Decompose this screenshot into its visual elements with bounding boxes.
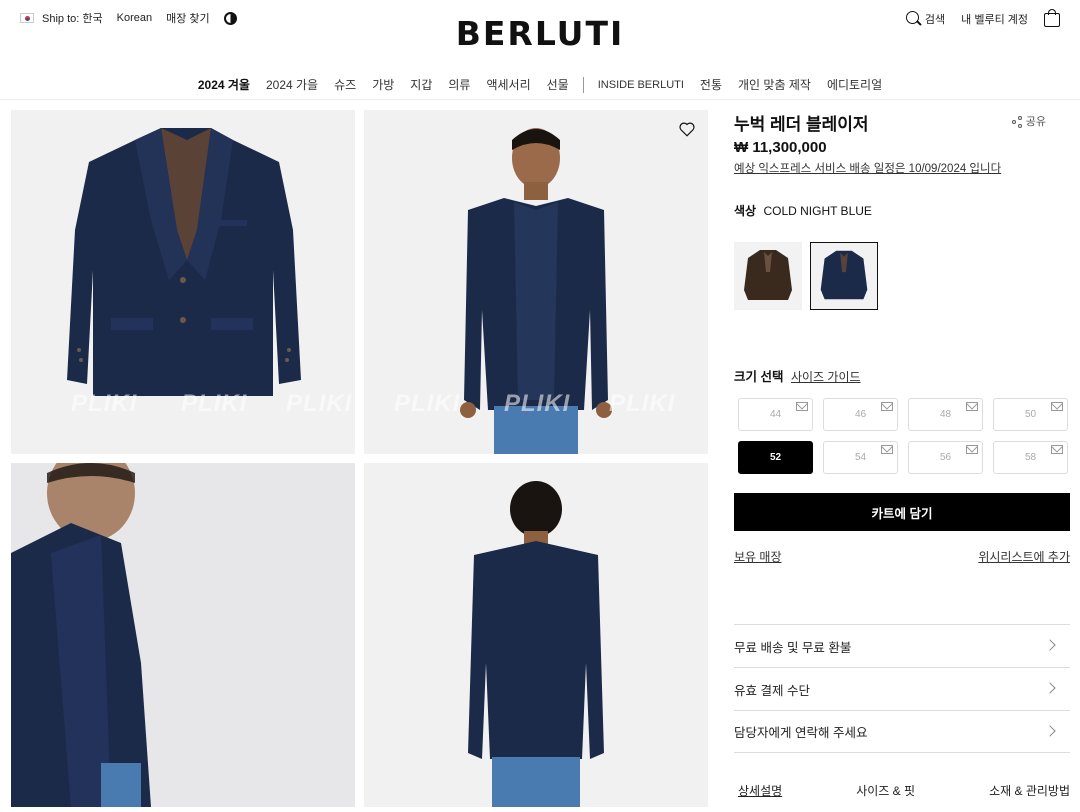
wishlist-heart-icon[interactable]	[678, 120, 696, 138]
size-value: 52	[769, 452, 782, 463]
nav-item-heritage[interactable]: 전통	[692, 76, 730, 93]
product-image-model-back[interactable]	[364, 463, 708, 807]
size-option-46[interactable]: 46	[823, 398, 898, 431]
size-selector-label: 크기 선택 사이즈 가이드	[734, 366, 861, 385]
watermark: PLIKI	[181, 390, 248, 417]
color-swatches	[734, 242, 878, 310]
accordion-label: 무료 배송 및 무료 환불	[734, 640, 852, 655]
share-label: 공유	[1025, 116, 1046, 128]
swatch-navy-selected[interactable]	[810, 242, 878, 310]
secondary-links: 보유 매장 위시리스트에 추가	[734, 548, 1070, 565]
swatch-brown[interactable]	[734, 242, 802, 310]
color-value: COLD NIGHT BLUE	[763, 204, 872, 218]
jacket-brown-thumbnail	[744, 250, 792, 300]
account-link[interactable]: 내 벨루티 계정	[961, 11, 1028, 27]
size-value: 56	[939, 452, 952, 463]
nav-item-inside-berluti[interactable]: INSIDE BERLUTI	[590, 79, 692, 91]
size-label-title: 크기 선택	[734, 370, 784, 384]
nav-item-gifts[interactable]: 선물	[539, 76, 577, 93]
store-stock-link[interactable]: 보유 매장	[734, 548, 782, 565]
delivery-estimate-link[interactable]: 예상 익스프레스 서비스 배송 일정은 10/09/2024 입니다	[734, 160, 1070, 176]
notify-mail-icon	[966, 445, 978, 454]
size-value: 46	[854, 409, 867, 420]
model-back-image	[468, 481, 604, 807]
size-option-56[interactable]: 56	[908, 441, 983, 474]
product-detail-tabs: 상세설명 사이즈 & 핏 소재 & 관리방법	[738, 782, 1070, 799]
size-value: 48	[939, 409, 952, 420]
nav-item-autumn[interactable]: 2024 가을	[258, 76, 326, 93]
notify-mail-icon	[966, 402, 978, 411]
notify-mail-icon	[1051, 402, 1063, 411]
color-label: 색상 COLD NIGHT BLUE	[734, 202, 872, 219]
share-icon	[1011, 115, 1023, 128]
accordion-contact-advisor[interactable]: 담당자에게 연락해 주세요	[734, 710, 1070, 753]
chevron-right-icon	[1044, 682, 1056, 694]
tab-material-care[interactable]: 소재 & 관리방법	[989, 782, 1070, 799]
notify-mail-icon	[1051, 445, 1063, 454]
nav-item-wallets[interactable]: 지갑	[402, 76, 440, 93]
size-option-54[interactable]: 54	[823, 441, 898, 474]
add-to-cart-button[interactable]: 카트에 담기	[734, 493, 1070, 531]
add-to-wishlist-link[interactable]: 위시리스트에 추가	[978, 548, 1070, 565]
jacket-navy-thumbnail	[820, 250, 868, 300]
search-label: 검색	[924, 13, 946, 26]
accordion-label: 유효 결제 수단	[734, 683, 810, 698]
nav-item-editorial[interactable]: 에디토리얼	[819, 76, 890, 93]
watermark: PLIKI	[394, 390, 461, 417]
site-header: Ship to: 한국 Korean 매장 찾기 BERLUTI 검색 내 벨루…	[0, 0, 1080, 100]
product-image-front[interactable]: PLIKI PLIKI PLIKI	[11, 110, 355, 454]
size-value: 54	[854, 452, 867, 463]
nav-item-accessories[interactable]: 액세서리	[478, 76, 538, 93]
size-guide-link[interactable]: 사이즈 가이드	[791, 370, 861, 384]
notify-mail-icon	[796, 402, 808, 411]
search-icon	[905, 11, 921, 26]
size-option-58[interactable]: 58	[993, 441, 1068, 474]
notify-mail-icon	[881, 445, 893, 454]
size-option-44[interactable]: 44	[738, 398, 813, 431]
model-side-image	[11, 463, 151, 807]
watermark: PLIKI	[609, 390, 676, 417]
nav-item-clothing[interactable]: 의류	[440, 76, 478, 93]
watermark: PLIKI	[286, 390, 353, 417]
accordion-label: 담당자에게 연락해 주세요	[734, 726, 868, 740]
watermark: PLIKI	[71, 390, 138, 417]
size-value: 58	[1024, 452, 1037, 463]
chevron-right-icon	[1044, 639, 1056, 651]
nav-item-bags[interactable]: 가방	[364, 76, 402, 93]
product-image-model-side[interactable]	[11, 463, 355, 807]
search-button[interactable]: 검색	[905, 11, 946, 27]
main-nav: 2024 겨울 2024 가을 슈즈 가방 지갑 의류 액세서리 선물 INSI…	[0, 76, 1080, 93]
tab-description[interactable]: 상세설명	[738, 782, 782, 799]
nav-item-shoes[interactable]: 슈즈	[326, 76, 364, 93]
size-grid: 44 46 48 50 52 54 56 58	[738, 398, 1068, 474]
product-info: 누벅 레더 블레이저 공유 ₩ 11,300,000 예상 익스프레스 서비스 …	[734, 110, 1070, 798]
tab-size-fit[interactable]: 사이즈 & 핏	[856, 782, 915, 799]
nav-divider	[582, 76, 584, 93]
utility-right: 검색 내 벨루티 계정	[905, 9, 1060, 27]
size-option-48[interactable]: 48	[908, 398, 983, 431]
watermark: PLIKI	[504, 390, 571, 417]
accordion-payment-methods[interactable]: 유효 결제 수단	[734, 667, 1070, 710]
size-value: 50	[1024, 409, 1037, 420]
chevron-right-icon	[1044, 725, 1056, 737]
size-value: 44	[769, 409, 782, 420]
size-option-52-selected[interactable]: 52	[738, 441, 813, 474]
nav-item-winter[interactable]: 2024 겨울	[190, 76, 258, 93]
size-option-50[interactable]: 50	[993, 398, 1068, 431]
accordion-free-shipping[interactable]: 무료 배송 및 무료 환불	[734, 624, 1070, 667]
nav-item-bespoke[interactable]: 개인 맞춤 제작	[730, 76, 819, 93]
shopping-bag-icon[interactable]	[1044, 9, 1060, 27]
color-label-title: 색상	[734, 204, 757, 218]
notify-mail-icon	[881, 402, 893, 411]
product-image-model-front[interactable]: PLIKI PLIKI PLIKI	[364, 110, 708, 454]
product-price: ₩ 11,300,000	[734, 139, 827, 156]
share-button[interactable]: 공유	[1011, 113, 1046, 129]
